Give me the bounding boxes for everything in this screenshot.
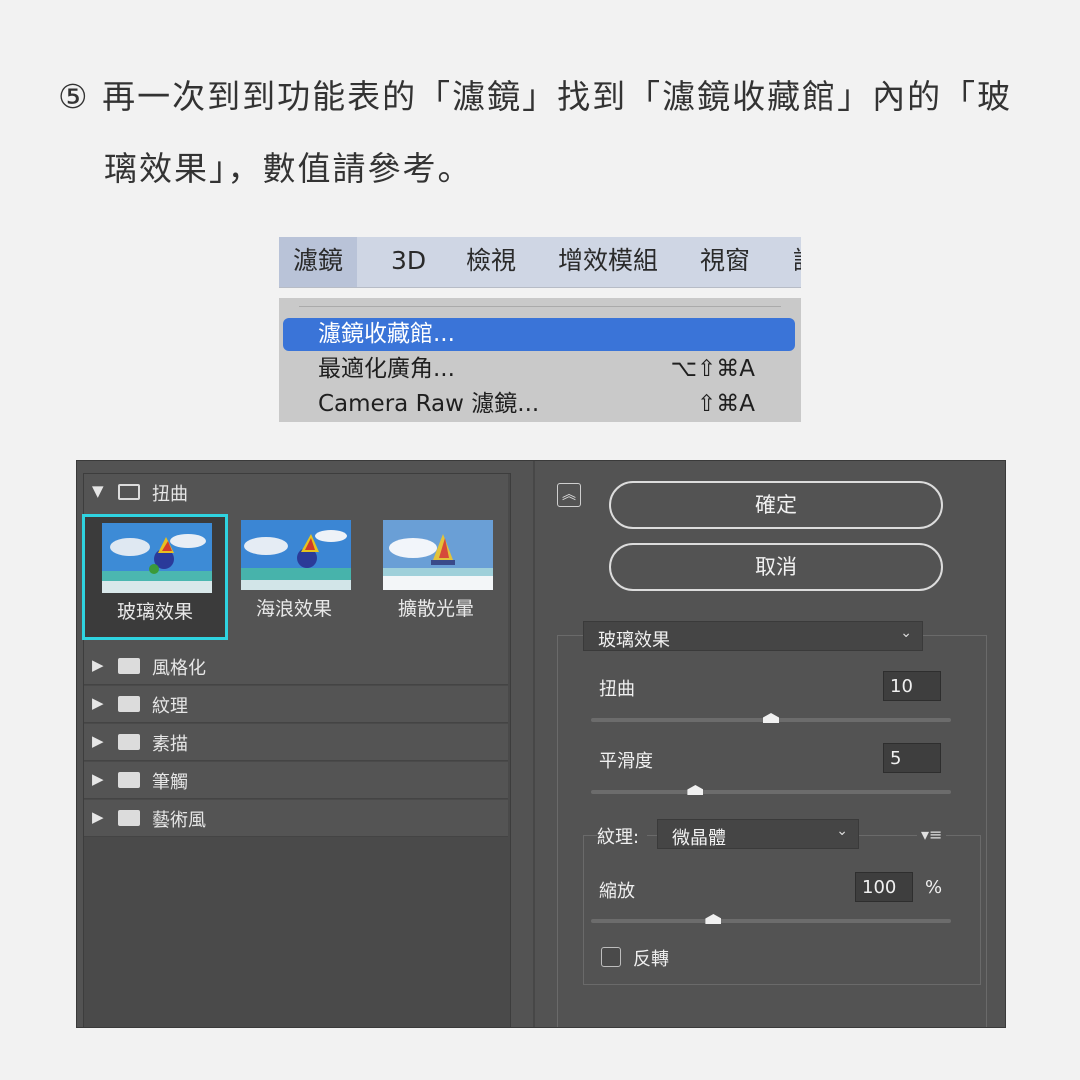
collapse-chevrons-icon[interactable]: ︽ <box>557 483 581 507</box>
menu-plugins[interactable]: 增效模組 <box>558 237 658 287</box>
filter-dropdown-menu: 濾鏡收藏館... 最適化廣角... ⌥⇧⌘A Camera Raw 濾鏡... … <box>279 298 801 422</box>
thumbnail-label: 玻璃效果 <box>116 601 193 623</box>
thumbnail-diffuse-glow[interactable]: 擴散光暈 <box>366 514 506 634</box>
smoothness-input[interactable]: 5 <box>883 743 941 773</box>
instruction-line-2: 璃效果」，數值請參考。 <box>104 149 473 188</box>
scaling-unit: % <box>925 877 943 898</box>
settings-panel: ︽ 確定 取消 玻璃效果 ⌄ 扭曲 10 平滑度 5 紋理: 微晶體 ⌄ ▾≡ … <box>547 461 1005 1027</box>
folder-icon <box>118 658 140 674</box>
menu-item-shortcut: ⌥⇧⌘A <box>670 356 755 382</box>
menubar: 濾鏡 3D 檢視 增效模組 視窗 說 <box>279 237 801 288</box>
menu-item-filter-gallery[interactable]: 濾鏡收藏館... <box>283 318 795 351</box>
category-label: 素描 <box>152 734 188 755</box>
category-sketch[interactable]: ▶ 素描 <box>84 724 508 761</box>
chevron-down-icon: ⌄ <box>900 625 912 641</box>
glass-thumbnail-image <box>102 523 212 593</box>
panel-divider[interactable] <box>533 461 535 1027</box>
menu-item-label: 最適化廣角... <box>318 356 455 382</box>
texture-select-value: 微晶體 <box>672 828 726 849</box>
texture-select[interactable]: 微晶體 ⌄ <box>657 819 859 849</box>
scaling-input[interactable]: 100 <box>855 872 913 902</box>
cancel-button[interactable]: 取消 <box>609 543 943 591</box>
category-brush-strokes[interactable]: ▶ 筆觸 <box>84 762 508 799</box>
menu-filter[interactable]: 濾鏡 <box>279 237 358 287</box>
category-label: 藝術風 <box>152 810 206 831</box>
menu-window[interactable]: 視窗 <box>700 237 750 287</box>
filter-category-list: ▼ 扭曲 玻璃效果 海浪效果 擴散光暈 ▶ 風格化 ▶ 紋理 ▶ 素描 ▶ 筆觸… <box>82 473 511 1027</box>
menu-item-label: Camera Raw 濾鏡... <box>318 391 540 417</box>
expand-triangle-icon[interactable]: ▶ <box>92 808 104 826</box>
folder-icon <box>118 696 140 712</box>
menu-3d[interactable]: 3D <box>391 237 426 287</box>
invert-checkbox[interactable] <box>601 947 621 967</box>
diffuse-glow-thumbnail-image <box>383 520 493 590</box>
invert-label: 反轉 <box>633 949 669 970</box>
category-label: 風格化 <box>152 658 206 679</box>
category-stylize[interactable]: ▶ 風格化 <box>84 648 508 685</box>
ok-button[interactable]: 確定 <box>609 481 943 529</box>
thumbnail-ocean-ripple[interactable]: 海浪效果 <box>224 514 364 634</box>
thumbnail-grid: 玻璃效果 海浪效果 擴散光暈 <box>82 510 508 648</box>
filter-gallery-dialog: ▼ 扭曲 玻璃效果 海浪效果 擴散光暈 ▶ 風格化 ▶ 紋理 ▶ 素描 ▶ 筆觸… <box>76 460 1006 1028</box>
menu-item-adaptive-wide-angle[interactable]: 最適化廣角... ⌥⇧⌘A <box>283 353 795 386</box>
ocean-ripple-thumbnail-image <box>241 520 351 590</box>
menu-item-label: 濾鏡收藏館... <box>318 321 455 347</box>
category-label: 紋理 <box>152 696 188 717</box>
expand-triangle-icon[interactable]: ▼ <box>92 482 104 500</box>
category-distort[interactable]: ▼ 扭曲 <box>84 474 508 511</box>
filter-select-value: 玻璃效果 <box>598 630 670 651</box>
scaling-label: 縮放 <box>599 881 635 902</box>
filter-select[interactable]: 玻璃效果 ⌄ <box>583 621 923 651</box>
menu-separator <box>299 306 781 307</box>
menu-help[interactable]: 說 <box>793 237 801 287</box>
category-artistic[interactable]: ▶ 藝術風 <box>84 800 508 837</box>
expand-triangle-icon[interactable]: ▶ <box>92 770 104 788</box>
menu-item-camera-raw[interactable]: Camera Raw 濾鏡... ⇧⌘A <box>283 388 795 421</box>
expand-triangle-icon[interactable]: ▶ <box>92 656 104 674</box>
smoothness-label: 平滑度 <box>599 751 653 772</box>
chevron-down-icon: ⌄ <box>836 823 848 839</box>
scaling-slider-track[interactable] <box>591 919 951 923</box>
texture-label: 紋理: <box>597 823 648 849</box>
thumbnail-glass[interactable]: 玻璃效果 <box>82 514 228 640</box>
texture-menu-icon[interactable]: ▾≡ <box>917 825 947 844</box>
category-texture[interactable]: ▶ 紋理 <box>84 686 508 723</box>
thumbnail-label: 擴散光暈 <box>397 598 474 620</box>
distortion-input[interactable]: 10 <box>883 671 941 701</box>
distortion-label: 扭曲 <box>599 679 635 700</box>
folder-icon <box>118 810 140 826</box>
smoothness-slider-track[interactable] <box>591 790 951 794</box>
folder-open-icon <box>118 484 140 500</box>
folder-icon <box>118 734 140 750</box>
folder-icon <box>118 772 140 788</box>
expand-triangle-icon[interactable]: ▶ <box>92 732 104 750</box>
category-label: 筆觸 <box>152 772 188 793</box>
menu-view[interactable]: 檢視 <box>466 237 516 287</box>
thumbnail-label: 海浪效果 <box>255 598 332 620</box>
menu-item-shortcut: ⇧⌘A <box>696 391 755 417</box>
instruction-line-1: ⑤ 再一次到到功能表的「濾鏡」找到「濾鏡收藏館」內的「玻 <box>58 77 1013 116</box>
expand-triangle-icon[interactable]: ▶ <box>92 694 104 712</box>
category-label: 扭曲 <box>152 484 188 505</box>
